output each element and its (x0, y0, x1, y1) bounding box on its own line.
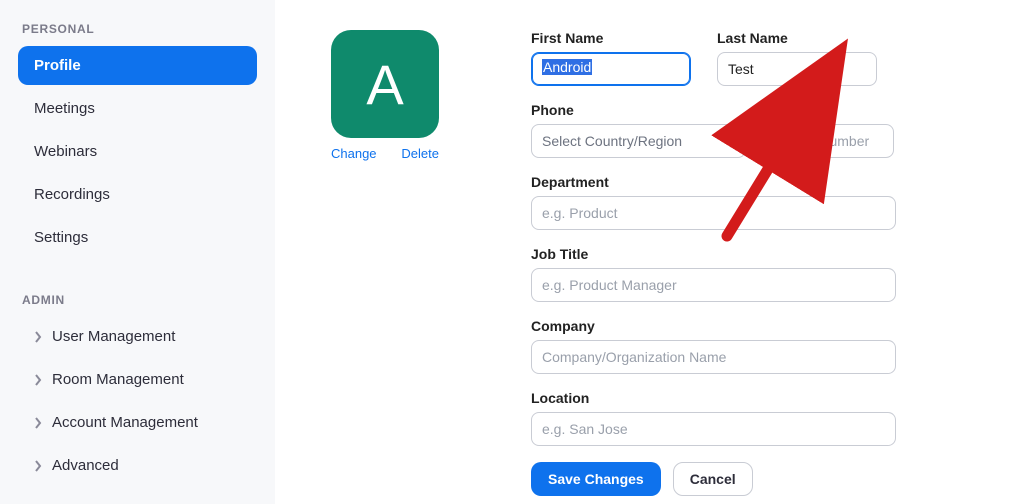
last-name-label: Last Name (717, 30, 877, 46)
select-placeholder: Select Country/Region (542, 133, 723, 149)
company-input[interactable] (531, 340, 896, 374)
save-changes-button[interactable]: Save Changes (531, 462, 661, 496)
form-actions: Save Changes Cancel (531, 462, 1004, 496)
last-name-input[interactable] (717, 52, 877, 86)
phone-label: Phone (531, 102, 1004, 118)
chevron-right-icon (34, 331, 42, 343)
main-content: A Change Delete First Name Android (275, 0, 1024, 504)
last-name-field: Last Name (717, 30, 877, 86)
first-name-field: First Name Android (531, 30, 691, 86)
phone-block: Phone Select Country/Region (531, 102, 1004, 158)
sidebar-item-user-management[interactable]: User Management (18, 317, 257, 356)
avatar-actions: Change Delete (331, 146, 439, 161)
department-label: Department (531, 174, 896, 190)
sidebar-item-label: Webinars (34, 143, 97, 160)
location-label: Location (531, 390, 896, 406)
phone-number-input[interactable] (764, 124, 894, 158)
sidebar-item-webinars[interactable]: Webinars (18, 132, 257, 171)
avatar[interactable]: A (331, 30, 439, 138)
department-input[interactable] (531, 196, 896, 230)
sidebar-item-label: Account Management (52, 414, 198, 431)
chevron-right-icon (34, 460, 42, 472)
sidebar-item-label: Recordings (34, 186, 110, 203)
location-input[interactable] (531, 412, 896, 446)
department-field: Department (531, 174, 896, 230)
sidebar-item-label: User Management (52, 328, 175, 345)
job-title-input[interactable] (531, 268, 896, 302)
personal-section-title: PERSONAL (22, 22, 247, 36)
sidebar-item-account-management[interactable]: Account Management (18, 403, 257, 442)
sidebar-item-label: Advanced (52, 457, 119, 474)
change-avatar-link[interactable]: Change (331, 146, 377, 161)
first-name-label: First Name (531, 30, 691, 46)
sidebar: PERSONAL Profile Meetings Webinars Recor… (0, 0, 275, 504)
sidebar-item-recordings[interactable]: Recordings (18, 175, 257, 214)
avatar-column: A Change Delete (331, 30, 531, 496)
profile-form: First Name Android Last Name Phone (531, 30, 1004, 496)
country-region-select[interactable]: Select Country/Region (531, 124, 746, 158)
sidebar-item-profile[interactable]: Profile (18, 46, 257, 85)
sidebar-item-label: Settings (34, 229, 88, 246)
sidebar-item-label: Room Management (52, 371, 184, 388)
company-field: Company (531, 318, 896, 374)
sidebar-item-advanced[interactable]: Advanced (18, 446, 257, 485)
sidebar-item-meetings[interactable]: Meetings (18, 89, 257, 128)
company-label: Company (531, 318, 896, 334)
admin-section-title: ADMIN (22, 293, 247, 307)
sidebar-item-settings[interactable]: Settings (18, 218, 257, 257)
delete-avatar-link[interactable]: Delete (401, 146, 439, 161)
job-title-field: Job Title (531, 246, 896, 302)
first-name-value: Android (542, 59, 592, 75)
location-field: Location (531, 390, 896, 446)
chevron-down-icon (723, 133, 735, 149)
first-name-input[interactable]: Android (531, 52, 691, 86)
avatar-initial: A (366, 52, 403, 117)
chevron-right-icon (34, 417, 42, 429)
sidebar-item-label: Meetings (34, 100, 95, 117)
job-title-label: Job Title (531, 246, 896, 262)
sidebar-item-label: Profile (34, 57, 81, 74)
cancel-button[interactable]: Cancel (673, 462, 753, 496)
chevron-right-icon (34, 374, 42, 386)
sidebar-item-room-management[interactable]: Room Management (18, 360, 257, 399)
